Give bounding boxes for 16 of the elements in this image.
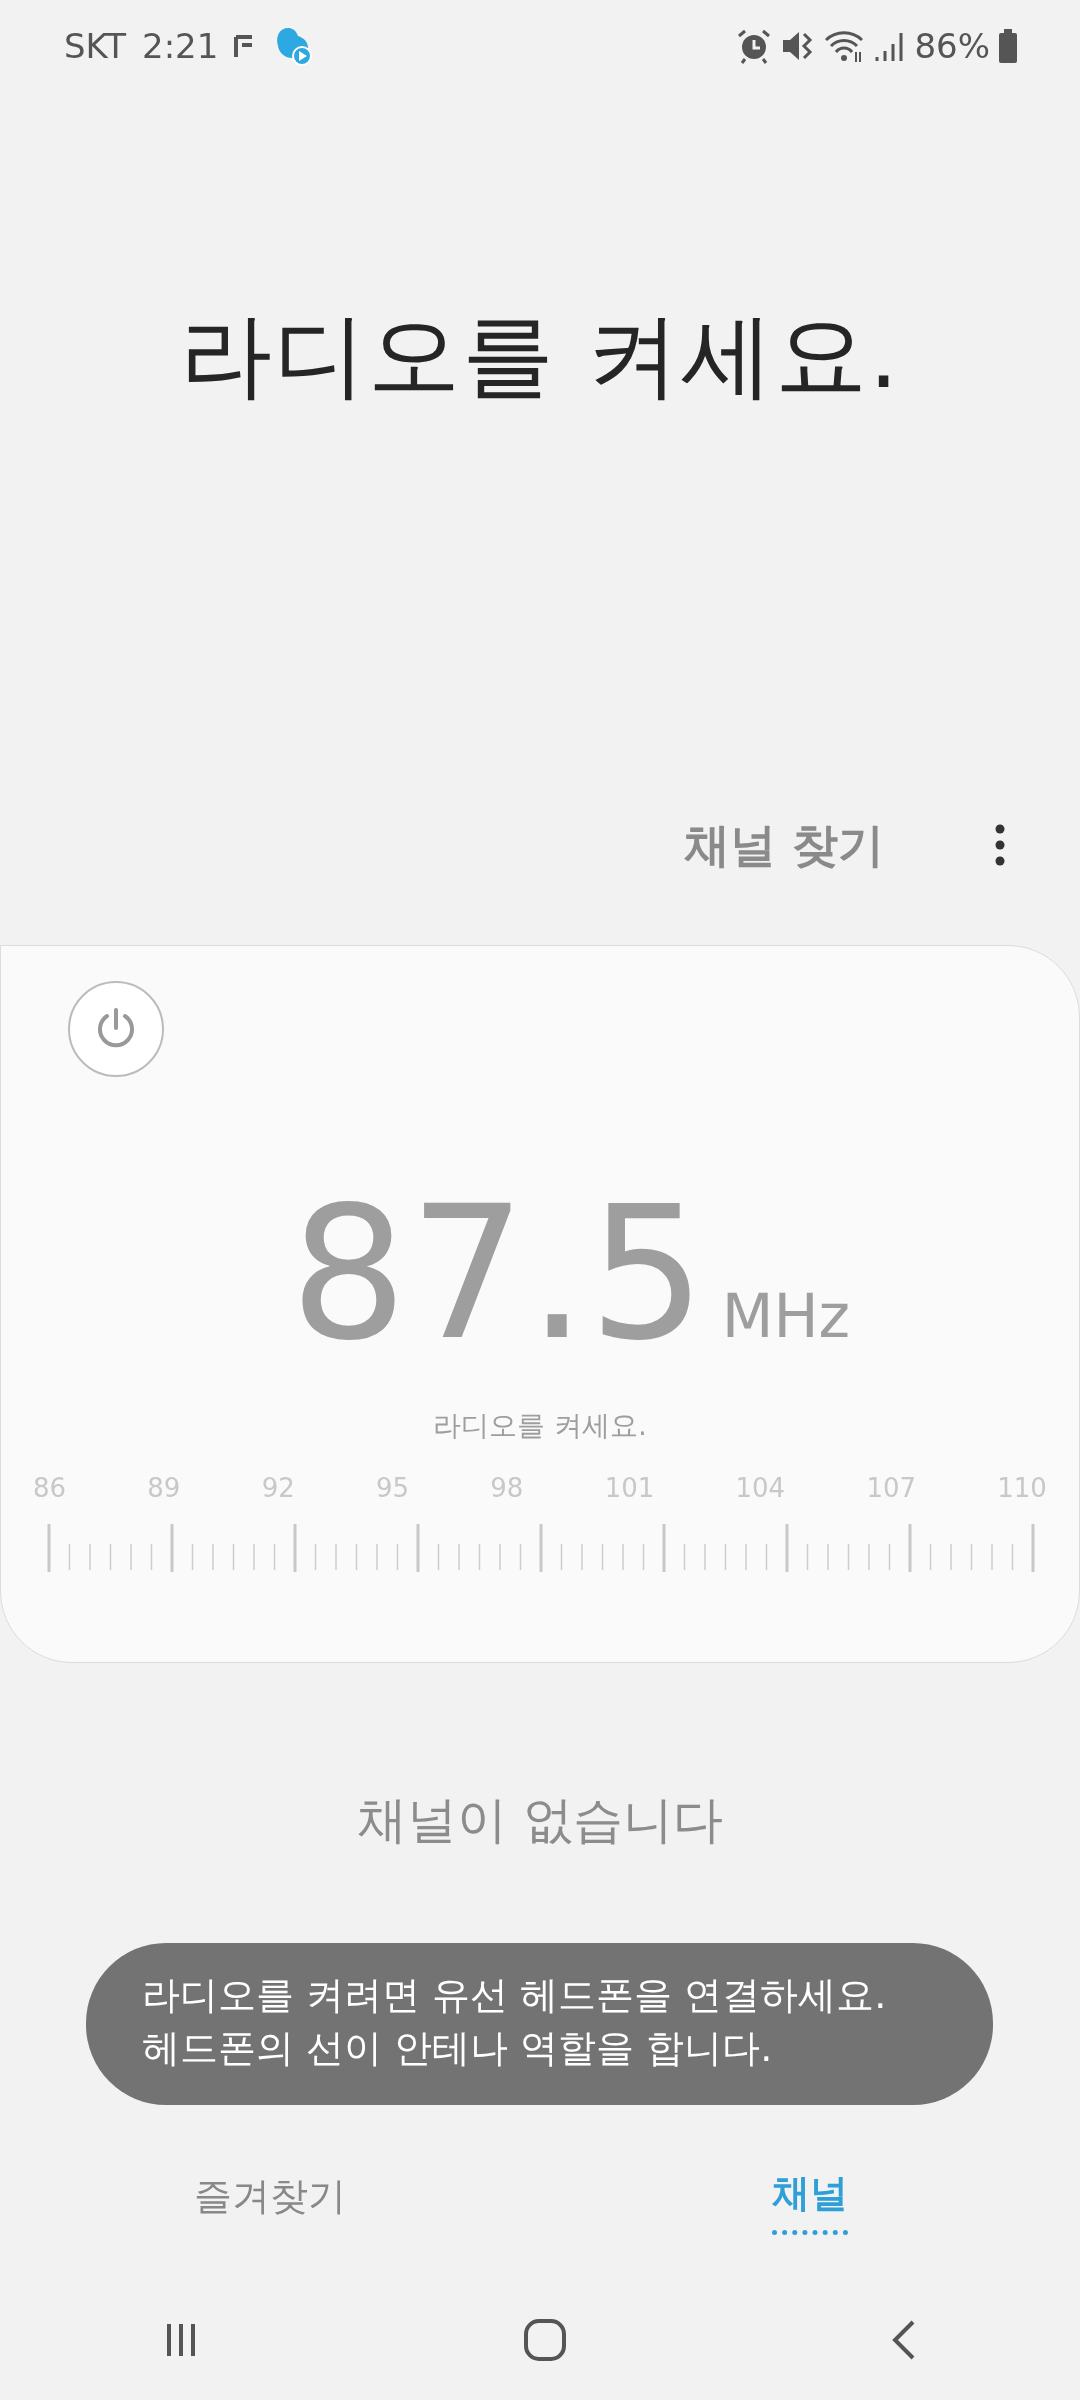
- tab[interactable]: 채널: [540, 2155, 1080, 2245]
- scan-channels-button[interactable]: 채널 찾기: [678, 809, 890, 881]
- alarm-icon: [736, 28, 773, 64]
- more-options-icon: [995, 823, 1005, 867]
- frequency-unit: MHz: [721, 1280, 851, 1353]
- headline-text: 라디오를 켜세요.: [178, 301, 902, 411]
- battery-icon: [998, 28, 1018, 64]
- clock-text: 2:21: [142, 24, 219, 68]
- status-message: 라디오를 켜세요.: [432, 1408, 648, 1444]
- carrier-label: SKT: [64, 24, 126, 68]
- empty-title: 채널이 없습니다: [356, 1790, 724, 1851]
- frequency-readout: 87.5: [289, 1181, 708, 1365]
- tab[interactable]: 즐겨찾기: [0, 2155, 540, 2245]
- home-button[interactable]: [523, 2318, 567, 2362]
- battery-percent: 86%: [914, 24, 990, 68]
- toast-message: 라디오를 켜려면 유선 헤드폰을 연결하세요. 헤드폰의 선이 안테나 역할을 합니다.: [86, 1943, 993, 2105]
